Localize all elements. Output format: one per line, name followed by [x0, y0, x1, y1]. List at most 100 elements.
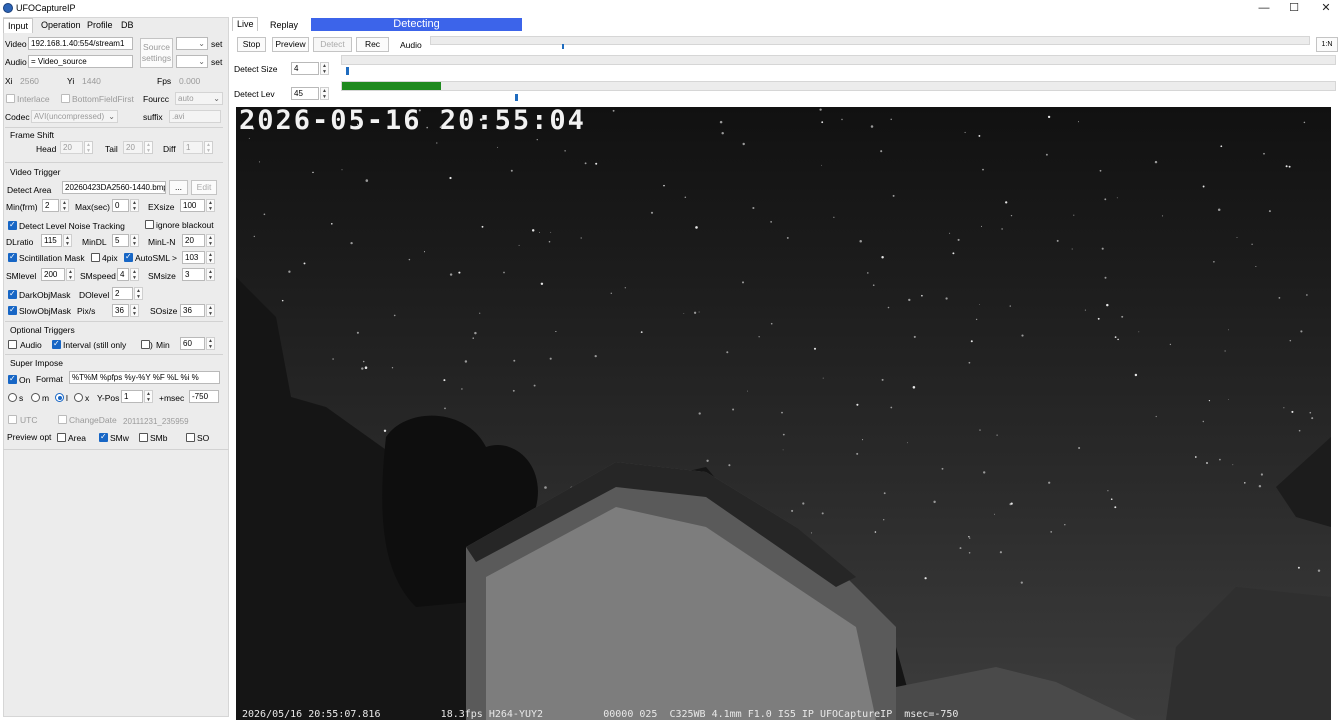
- 4pix-checkbox[interactable]: [91, 253, 100, 262]
- ypos-spinner[interactable]: ▲ ▼: [144, 390, 153, 403]
- autosml-spinner[interactable]: ▲ ▼: [206, 251, 215, 264]
- tail-field[interactable]: 20: [123, 141, 143, 154]
- smspeed-spinner[interactable]: ▲ ▼: [130, 268, 139, 281]
- preview-smb-checkbox[interactable]: [139, 433, 148, 442]
- fourcc-select[interactable]: auto ⌄: [175, 92, 223, 105]
- diff-field[interactable]: 1: [183, 141, 203, 154]
- set-video-button[interactable]: set: [211, 39, 222, 49]
- detect-size-thumb[interactable]: [346, 67, 349, 75]
- detect-button[interactable]: Detect: [313, 37, 352, 52]
- tab-input[interactable]: Input: [3, 18, 33, 33]
- audio-level-thumb[interactable]: [562, 44, 564, 49]
- minfrm-field[interactable]: 2: [42, 199, 59, 212]
- ypos-field[interactable]: 1: [121, 390, 143, 403]
- tab-live[interactable]: Live: [232, 17, 258, 31]
- darkobj-mask-checkbox[interactable]: [8, 289, 17, 299]
- msec-field[interactable]: -750: [189, 390, 219, 403]
- interval-min-field[interactable]: 60: [180, 337, 205, 350]
- head-spinner[interactable]: ▲ ▼: [84, 141, 93, 154]
- audio-set-select[interactable]: ⌄: [176, 55, 208, 68]
- star-dot: [1297, 566, 1300, 569]
- exsize-spinner[interactable]: ▲ ▼: [206, 199, 215, 212]
- pixs-spinner[interactable]: ▲ ▼: [130, 304, 139, 317]
- star-dot: [303, 262, 306, 265]
- ignore-blackout-checkbox[interactable]: [145, 220, 154, 229]
- unit-m-radio[interactable]: [31, 393, 40, 402]
- dlratio-field[interactable]: 115: [41, 234, 62, 247]
- tail-spinner[interactable]: ▲ ▼: [144, 141, 153, 154]
- utc-checkbox[interactable]: [8, 415, 17, 424]
- unit-s-radio[interactable]: [8, 393, 17, 402]
- interval-min-checkbox[interactable]: [141, 340, 150, 349]
- edit-button[interactable]: Edit: [191, 180, 217, 195]
- tab-db[interactable]: DB: [117, 18, 138, 33]
- audio-trigger-checkbox[interactable]: [8, 340, 17, 349]
- detect-lev-spinner[interactable]: ▲ ▼: [320, 87, 329, 100]
- scintillation-mask-checkbox[interactable]: [8, 252, 17, 262]
- head-field[interactable]: 20: [60, 141, 83, 154]
- codec-select[interactable]: AVI(uncompressed) ⌄: [31, 110, 118, 123]
- detect-size-spinner[interactable]: ▲ ▼: [320, 62, 329, 75]
- smlevel-field[interactable]: 200: [41, 268, 65, 281]
- set-audio-button[interactable]: set: [211, 57, 222, 67]
- detect-size-slider[interactable]: [341, 55, 1336, 65]
- superimpose-on-checkbox[interactable]: [8, 374, 17, 384]
- audio-source-field[interactable]: = Video_source: [28, 55, 133, 68]
- smsize-spinner[interactable]: ▲ ▼: [206, 268, 215, 281]
- minln-spinner[interactable]: ▲ ▼: [206, 234, 215, 247]
- title-bar: UFOCaptureIP — ☐ ✕: [0, 0, 1344, 16]
- tab-replay[interactable]: Replay: [266, 18, 302, 32]
- maxsec-field[interactable]: 0: [112, 199, 129, 212]
- interval-min-label: Min: [156, 340, 170, 350]
- source-settings-button[interactable]: Source settings: [140, 38, 173, 68]
- smlevel-spinner[interactable]: ▲ ▼: [66, 268, 75, 281]
- slowobj-mask-checkbox[interactable]: [8, 305, 17, 315]
- star-dot: [968, 552, 971, 554]
- mindl-spinner[interactable]: ▲ ▼: [130, 234, 139, 247]
- smsize-field[interactable]: 3: [182, 268, 205, 281]
- pixs-field[interactable]: 36: [112, 304, 129, 317]
- autosml-checkbox[interactable]: [124, 252, 133, 262]
- exsize-field[interactable]: 100: [180, 199, 205, 212]
- star-dot: [1107, 490, 1109, 492]
- close-button[interactable]: ✕: [1306, 0, 1344, 16]
- dolevel-field[interactable]: 2: [112, 287, 133, 300]
- minln-field[interactable]: 20: [182, 234, 205, 247]
- detect-area-field[interactable]: 20260423DA2560-1440.bmp: [62, 181, 166, 194]
- autosml-field[interactable]: 103: [182, 251, 205, 264]
- preview-area-checkbox[interactable]: [57, 433, 66, 442]
- sosize-spinner[interactable]: ▲ ▼: [206, 304, 215, 317]
- detect-lev-field[interactable]: 45: [291, 87, 319, 100]
- bottom-field-first-checkbox[interactable]: [61, 94, 70, 103]
- unit-l-radio[interactable]: [55, 393, 64, 402]
- maxsec-spinner[interactable]: ▲ ▼: [130, 199, 139, 212]
- interval-min-spinner[interactable]: ▲ ▼: [206, 337, 215, 350]
- tab-operation[interactable]: Operation: [37, 18, 85, 33]
- mindl-field[interactable]: 5: [112, 234, 129, 247]
- tab-profile[interactable]: Profile: [83, 18, 117, 33]
- video-source-field[interactable]: 192.168.1.40:554/stream1: [28, 37, 133, 50]
- noise-tracking-checkbox[interactable]: [8, 220, 17, 230]
- smspeed-field[interactable]: 4: [117, 268, 129, 281]
- stop-button[interactable]: Stop: [237, 37, 266, 52]
- sosize-field[interactable]: 36: [180, 304, 205, 317]
- video-set-select[interactable]: ⌄: [176, 37, 208, 50]
- interlace-checkbox[interactable]: [6, 94, 15, 103]
- diff-spinner[interactable]: ▲ ▼: [204, 141, 213, 154]
- tn-button[interactable]: 1:N: [1316, 37, 1338, 52]
- browse-button[interactable]: ...: [169, 180, 188, 195]
- preview-button[interactable]: Preview: [272, 37, 309, 52]
- unit-x-radio[interactable]: [74, 393, 83, 402]
- change-date-checkbox[interactable]: [58, 415, 67, 424]
- dlratio-spinner[interactable]: ▲ ▼: [63, 234, 72, 247]
- detect-lev-thumb[interactable]: [515, 94, 518, 101]
- dolevel-spinner[interactable]: ▲ ▼: [134, 287, 143, 300]
- detect-size-field[interactable]: 4: [291, 62, 319, 75]
- rec-button[interactable]: Rec: [356, 37, 389, 52]
- suffix-field[interactable]: .avi: [169, 110, 221, 123]
- minfrm-spinner[interactable]: ▲ ▼: [60, 199, 69, 212]
- preview-smw-checkbox[interactable]: [99, 432, 108, 442]
- interval-checkbox[interactable]: [52, 339, 61, 349]
- format-field[interactable]: %T%M %pfps %y-%Y %F %L %i %: [69, 371, 220, 384]
- preview-so-checkbox[interactable]: [186, 433, 195, 442]
